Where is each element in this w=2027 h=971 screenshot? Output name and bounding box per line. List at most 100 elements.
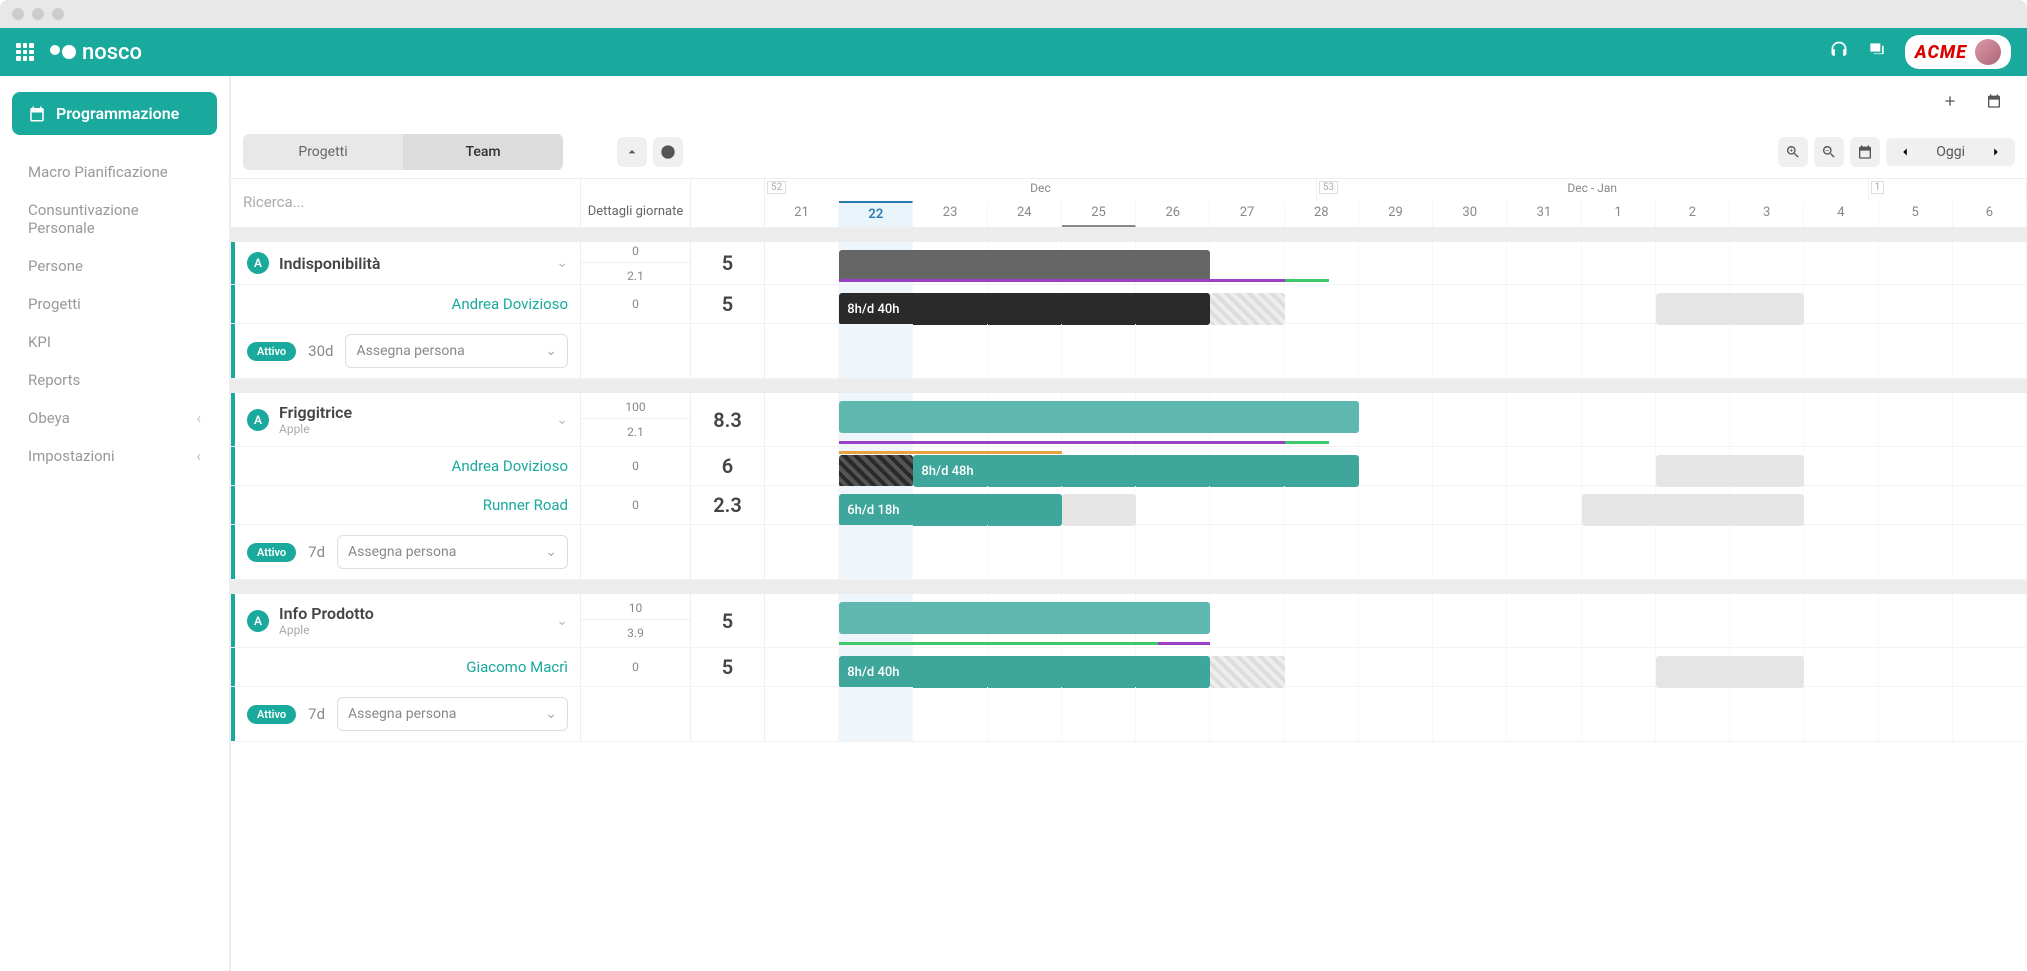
chevron-left-icon: ‹ [196,447,201,465]
project-title: Friggitrice [279,403,546,422]
day-header[interactable]: 22 [839,201,913,227]
month-label: 53Dec - Jan [1317,179,1869,201]
company-badge[interactable]: ACME [1905,35,2011,69]
allocation-bar[interactable] [839,250,1210,282]
nav-item[interactable]: Impostazioni‹ [12,437,217,475]
person-name[interactable]: Runner Road [483,496,568,514]
chevron-down-icon[interactable]: ⌄ [556,412,568,428]
seg-team[interactable]: Team [403,134,563,170]
user-avatar[interactable] [1975,39,2001,65]
ghost-allocation [1210,656,1284,688]
add-button[interactable] [1935,86,1965,116]
nav-item[interactable]: KPI [12,323,217,361]
apps-grid-icon[interactable] [16,43,34,61]
nav-item[interactable]: Reports [12,361,217,399]
project-header[interactable]: A Friggitrice Apple ⌄ [231,393,581,446]
date-picker-button[interactable] [1850,137,1880,167]
allocation-bar[interactable]: 6h/d 18h [839,494,1062,526]
collapse-up-button[interactable] [617,137,647,167]
support-headset-icon[interactable] [1829,40,1849,64]
allocation-bar[interactable] [839,401,1359,433]
assign-person-select[interactable]: Assegna persona ⌄ [337,535,568,569]
zoom-in-button[interactable] [1778,137,1808,167]
day-header[interactable]: 4 [1804,201,1878,227]
day-header[interactable]: 23 [913,201,987,227]
search-input[interactable]: Ricerca... [231,179,580,225]
status-pill: Attivo [247,705,296,724]
chevron-down-icon[interactable]: ⌄ [556,255,568,271]
window-chrome [0,0,2027,28]
person-name[interactable]: Andrea Dovizioso [452,295,568,313]
next-period-button[interactable] [1977,138,2015,166]
chevron-down-icon: ⌄ [545,706,557,722]
status-underline [1285,441,1330,444]
ghost-allocation [1210,293,1284,325]
chevron-down-icon: ⌄ [545,343,557,359]
nav-item[interactable]: Progetti [12,285,217,323]
duration-label: 30d [308,342,333,360]
nav-item[interactable]: Obeya‹ [12,399,217,437]
day-header[interactable]: 21 [765,201,839,227]
detail-cell: 0 [581,447,691,485]
topbar: nosco ACME [0,28,2027,76]
app-logo[interactable]: nosco [50,40,142,65]
summary-cell: 2.3 [691,486,765,524]
allocation-bar[interactable]: 8h/d 40h [839,293,1210,325]
person-name[interactable]: Andrea Dovizioso [452,457,568,475]
summary-cell: 8.3 [691,393,765,446]
person-name[interactable]: Giacomo Macrì [466,658,568,676]
detail-cell: 02.1 [581,242,691,284]
chevron-down-icon[interactable]: ⌄ [556,613,568,629]
detail-cell: 0 [581,285,691,323]
status-underline [1158,642,1210,645]
day-header[interactable]: 3 [1730,201,1804,227]
person-row[interactable]: Andrea Dovizioso [231,285,581,323]
time-mode-button[interactable] [653,137,683,167]
day-header[interactable]: 5 [1879,201,1953,227]
day-header[interactable]: 30 [1433,201,1507,227]
prev-period-button[interactable] [1886,138,1924,166]
day-header[interactable]: 6 [1953,201,2027,227]
day-header[interactable]: 28 [1285,201,1359,227]
month-label: 1 [1869,179,2027,201]
seg-projects[interactable]: Progetti [243,134,403,170]
detail-cell: 1002.1 [581,393,691,446]
allocation-bar[interactable]: 8h/d 48h [913,455,1358,487]
assign-person-select[interactable]: Assegna persona ⌄ [337,697,568,731]
nav-item[interactable]: Consuntivazione Personale [12,191,217,247]
day-header[interactable]: 27 [1210,201,1284,227]
week-number: 53 [1319,181,1338,194]
day-header[interactable]: 31 [1507,201,1581,227]
summary-cell: 5 [691,242,765,284]
nav-item-programmazione[interactable]: Programmazione [12,92,217,135]
project-header[interactable]: A Info Prodotto Apple ⌄ [231,594,581,647]
day-header[interactable]: 25 [1062,201,1136,227]
person-row[interactable]: Giacomo Macrì [231,648,581,686]
day-header[interactable]: 2 [1656,201,1730,227]
person-row[interactable]: Runner Road [231,486,581,524]
nav-item[interactable]: Persone [12,247,217,285]
project-header[interactable]: A Indisponibilità ⌄ [231,242,581,284]
day-header[interactable]: 1 [1582,201,1656,227]
day-header[interactable]: 24 [988,201,1062,227]
allocation-bar[interactable]: 8h/d 40h [839,656,1210,688]
sidebar: Programmazione Macro PianificazioneConsu… [0,76,230,971]
person-row[interactable]: Andrea Dovizioso [231,447,581,485]
nav-item[interactable]: Macro Pianificazione [12,153,217,191]
allocation-bar[interactable] [839,455,913,487]
allocation-bar[interactable] [839,602,1210,634]
day-header[interactable]: 29 [1359,201,1433,227]
today-button[interactable]: Oggi [1924,138,1977,166]
project-title: Indisponibilità [279,254,546,273]
ghost-allocation [1656,656,1804,688]
day-header[interactable]: 26 [1136,201,1210,227]
calendar-settings-icon[interactable] [1979,86,2009,116]
month-label: 52Dec [765,179,1317,201]
details-header: Dettagli giornate [581,179,691,227]
screen-share-icon[interactable] [1867,40,1887,64]
calendar-icon [28,105,46,123]
assign-person-select[interactable]: Assegna persona ⌄ [345,334,568,368]
zoom-out-button[interactable] [1814,137,1844,167]
view-segment: Progetti Team [243,134,563,170]
project-badge-icon: A [247,409,269,431]
